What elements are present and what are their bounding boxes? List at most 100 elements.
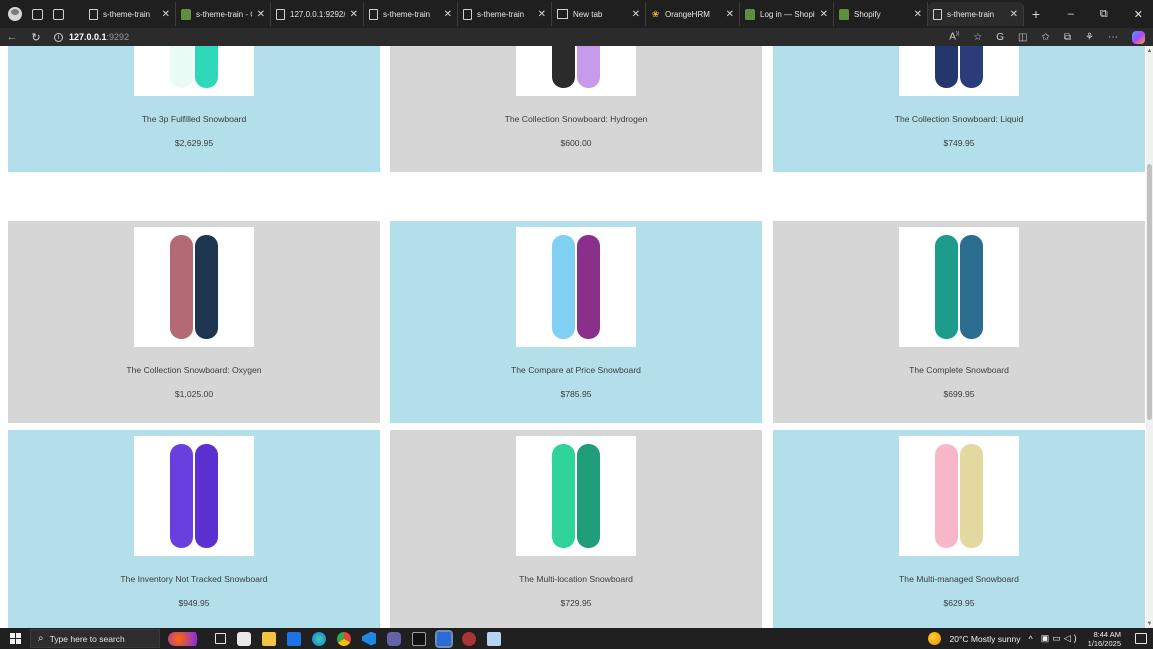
browser-tab[interactable]: s-theme-train ✕ — [364, 2, 458, 26]
snowboard-left-image — [935, 235, 958, 339]
widgets-icon[interactable] — [168, 631, 204, 646]
product-card[interactable]: The Multi-location Snowboard $729.95 — [390, 430, 762, 628]
product-title[interactable]: The Inventory Not Tracked Snowboard — [8, 574, 380, 584]
address-bar[interactable]: i 127.0.0.1:9292 — [54, 32, 129, 42]
task-view-icon[interactable] — [215, 633, 226, 644]
outlook-icon[interactable] — [287, 631, 301, 646]
edge-icon[interactable] — [312, 631, 326, 646]
start-button[interactable] — [0, 633, 30, 644]
favorites-icon[interactable]: ✩ — [1042, 32, 1050, 43]
product-card[interactable]: The Multi-managed Snowboard $629.95 — [773, 430, 1145, 628]
extensions-icon[interactable]: ⚘ — [1085, 32, 1094, 43]
page-scrollbar[interactable]: ▲ ▼ — [1146, 46, 1153, 628]
browser-tab[interactable]: Log in — Shopify ✕ — [740, 2, 834, 26]
scroll-down-arrow-icon[interactable]: ▼ — [1146, 621, 1153, 627]
product-card[interactable]: The Collection Snowboard: Oxygen $1,025.… — [8, 221, 380, 423]
browser-tab[interactable]: s-theme-train ✕ — [84, 2, 176, 26]
product-card[interactable]: The Collection Snowboard: Hydrogen $600.… — [390, 46, 762, 172]
product-title[interactable]: The Compare at Price Snowboard — [390, 365, 762, 375]
refresh-extension-icon[interactable]: G — [996, 32, 1004, 43]
product-image[interactable] — [516, 46, 636, 96]
read-aloud-icon[interactable]: A)) — [949, 31, 959, 42]
product-image[interactable] — [134, 46, 254, 96]
teams-icon[interactable] — [387, 631, 401, 646]
browser-tab[interactable]: Shopify ✕ — [834, 2, 928, 26]
product-price: $699.95 — [943, 389, 975, 399]
copilot-icon[interactable] — [1132, 30, 1145, 44]
notepad-icon[interactable] — [487, 631, 501, 646]
close-tab-icon[interactable]: ✕ — [162, 9, 170, 20]
product-card[interactable]: The 3p Fulfilled Snowboard $2,629.95 — [8, 46, 380, 172]
browser-tab-active[interactable]: s-theme-train ✕ — [928, 2, 1024, 26]
close-tab-icon[interactable]: ✕ — [914, 9, 922, 20]
snowboard-left-image — [170, 235, 193, 339]
tab-actions-icon[interactable] — [53, 8, 64, 20]
active-app-icon[interactable] — [435, 629, 453, 648]
restore-icon[interactable]: ⧉ — [1100, 8, 1108, 21]
terminal-icon[interactable] — [412, 631, 426, 646]
site-info-icon[interactable]: i — [54, 32, 63, 42]
workspaces-icon[interactable] — [32, 8, 43, 20]
more-menu-icon[interactable]: ⋯ — [1108, 32, 1118, 43]
product-title[interactable]: The Collection Snowboard: Oxygen — [8, 365, 380, 375]
browser-tab[interactable]: ❀ OrangeHRM ✕ — [646, 2, 740, 26]
store-icon[interactable] — [237, 631, 251, 646]
app-icon[interactable] — [462, 631, 476, 646]
close-tab-icon[interactable]: ✕ — [350, 9, 358, 20]
product-card[interactable]: The Inventory Not Tracked Snowboard $949… — [8, 430, 380, 628]
vscode-icon[interactable] — [362, 631, 376, 646]
browser-tab[interactable]: s-theme-train - Cu ✕ — [176, 2, 271, 26]
show-hidden-icons-chevron-icon[interactable]: ^ — [1028, 634, 1032, 644]
file-explorer-icon[interactable] — [262, 631, 276, 646]
new-tab-button[interactable]: + — [1024, 6, 1048, 22]
sunny-weather-icon[interactable] — [928, 632, 942, 645]
browser-tab[interactable]: New tab ✕ — [552, 2, 646, 26]
snowboard-left-image — [552, 444, 575, 548]
taskbar-search-box[interactable]: ⌕ Type here to search — [30, 629, 160, 648]
product-image[interactable] — [516, 227, 636, 347]
clock[interactable]: 8:44 AM 1/16/2025 — [1088, 630, 1121, 648]
close-tab-icon[interactable]: ✕ — [632, 9, 640, 20]
tab-title: OrangeHRM — [665, 9, 710, 19]
product-title[interactable]: The Multi-location Snowboard — [390, 574, 762, 584]
product-image[interactable] — [516, 436, 636, 556]
collections-icon[interactable]: ⧉ — [1064, 32, 1071, 43]
product-title[interactable]: The Collection Snowboard: Hydrogen — [390, 114, 762, 124]
scrollbar-thumb[interactable] — [1147, 164, 1152, 420]
product-card[interactable]: The Complete Snowboard $699.95 — [773, 221, 1145, 423]
reload-icon[interactable]: ↻ — [24, 31, 48, 44]
page-icon — [463, 8, 472, 20]
product-image[interactable] — [899, 227, 1019, 347]
tab-title: New tab — [573, 9, 603, 19]
product-image[interactable] — [899, 46, 1019, 96]
back-arrow-icon[interactable]: ← — [0, 31, 24, 43]
minimize-icon[interactable]: – — [1068, 8, 1074, 21]
product-title[interactable]: The Multi-managed Snowboard — [773, 574, 1145, 584]
close-tab-icon[interactable]: ✕ — [820, 9, 828, 20]
close-tab-icon[interactable]: ✕ — [257, 9, 265, 20]
product-image[interactable] — [899, 436, 1019, 556]
browser-tab[interactable]: s-theme-train ✕ — [458, 2, 552, 26]
system-status-icons[interactable]: ▣▭◁) — [1041, 633, 1080, 644]
profile-avatar-icon[interactable] — [8, 7, 22, 21]
shopify-icon — [839, 8, 849, 20]
product-title[interactable]: The Collection Snowboard: Liquid — [773, 114, 1145, 124]
close-tab-icon[interactable]: ✕ — [1010, 9, 1018, 20]
product-image[interactable] — [134, 227, 254, 347]
browser-tab[interactable]: 127.0.0.1:9292/9: ✕ — [271, 2, 364, 26]
product-image[interactable] — [134, 436, 254, 556]
chrome-icon[interactable] — [337, 631, 351, 646]
close-window-icon[interactable]: ✕ — [1134, 8, 1143, 21]
close-tab-icon[interactable]: ✕ — [538, 9, 546, 20]
product-card[interactable]: The Compare at Price Snowboard $785.95 — [390, 221, 762, 423]
split-screen-icon[interactable]: ◫ — [1018, 32, 1027, 43]
product-card[interactable]: The Collection Snowboard: Liquid $749.95 — [773, 46, 1145, 172]
product-title[interactable]: The 3p Fulfilled Snowboard — [8, 114, 380, 124]
close-tab-icon[interactable]: ✕ — [726, 9, 734, 20]
notification-center-icon[interactable] — [1135, 633, 1147, 644]
close-tab-icon[interactable]: ✕ — [444, 9, 452, 20]
favorite-star-icon[interactable]: ☆ — [973, 32, 982, 43]
scroll-up-arrow-icon[interactable]: ▲ — [1146, 48, 1153, 54]
weather-text[interactable]: 20°C Mostly sunny — [949, 634, 1020, 644]
product-title[interactable]: The Complete Snowboard — [773, 365, 1145, 375]
